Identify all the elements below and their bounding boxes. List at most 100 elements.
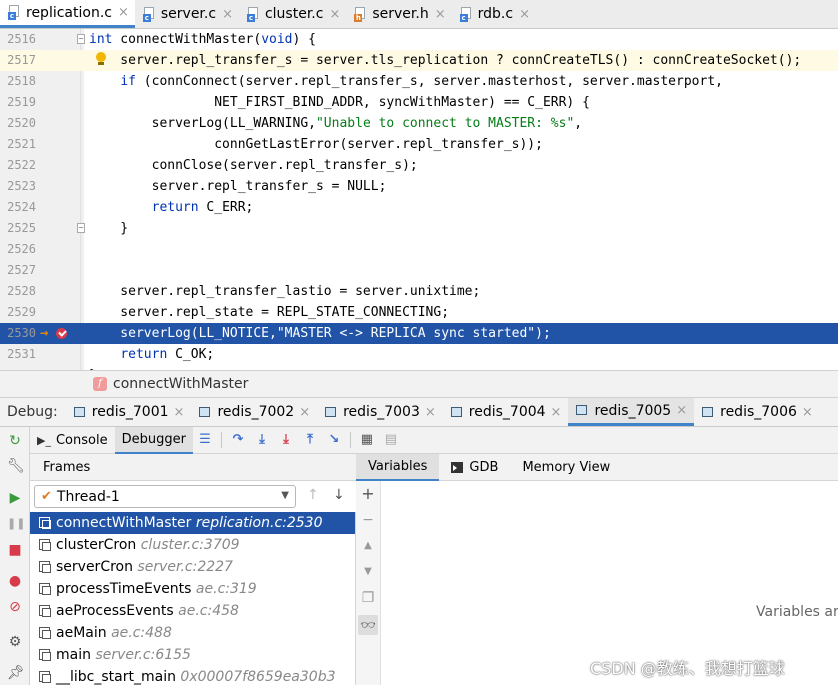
run-config-tab[interactable]: redis_7005 ×: [568, 398, 695, 426]
code-text[interactable]: connGetLastError(server.repl_transfer_s)…: [89, 134, 543, 155]
add-watch-icon[interactable]: +: [360, 486, 376, 502]
code-line[interactable]: 2518 if (connConnect(server.repl_transfe…: [0, 71, 838, 92]
remove-watch-icon[interactable]: −: [360, 512, 376, 528]
mute-breakpoints-icon[interactable]: ⊘: [7, 599, 23, 615]
debugger-tab[interactable]: Debugger: [114, 426, 193, 454]
code-text[interactable]: connClose(server.repl_transfer_s);: [89, 155, 418, 176]
line-number[interactable]: 2527: [0, 260, 36, 281]
code-line[interactable]: 2517 server.repl_transfer_s = server.tls…: [0, 50, 838, 71]
frame-row[interactable]: serverCron server.c:2227: [30, 556, 355, 578]
code-line[interactable]: 2516 int connectWithMaster(void) {−: [0, 29, 838, 50]
line-number[interactable]: 2526: [0, 239, 36, 260]
code-line[interactable]: 2530 serverLog(LL_NOTICE,"MASTER <-> REP…: [0, 323, 838, 344]
breakpoint-icon[interactable]: [56, 328, 67, 339]
settings-wrench-icon[interactable]: 🔧︎: [7, 458, 25, 474]
frame-row[interactable]: connectWithMaster replication.c:2530: [30, 512, 355, 534]
force-step-into-icon[interactable]: ⤓: [279, 433, 293, 447]
close-icon[interactable]: ×: [222, 7, 233, 22]
code-line[interactable]: 2528 server.repl_transfer_lastio = serve…: [0, 281, 838, 302]
variables-tab[interactable]: Variables: [356, 453, 440, 481]
editor-tab[interactable]: c replication.c ×: [0, 0, 135, 28]
close-icon[interactable]: ×: [551, 405, 562, 420]
line-number[interactable]: 2525: [0, 218, 36, 239]
close-icon[interactable]: ×: [299, 405, 310, 420]
code-text[interactable]: }: [89, 218, 128, 239]
code-text[interactable]: return C_ERR;: [89, 197, 254, 218]
breadcrumb-function[interactable]: connectWithMaster: [113, 376, 248, 392]
step-over-icon[interactable]: ↷: [231, 433, 245, 447]
code-text[interactable]: serverLog(LL_NOTICE,"MASTER <-> REPLICA …: [89, 323, 550, 344]
line-number[interactable]: 2528: [0, 281, 36, 302]
code-text[interactable]: server.repl_transfer_s = server.tls_repl…: [89, 50, 801, 71]
frame-row[interactable]: aeMain ae.c:488: [30, 622, 355, 644]
close-icon[interactable]: ×: [435, 7, 446, 22]
thread-select[interactable]: ✔ Thread-1 ▼: [34, 485, 296, 508]
code-line[interactable]: 2526: [0, 239, 838, 260]
frame-row[interactable]: processTimeEvents ae.c:319: [30, 578, 355, 600]
frame-row[interactable]: main server.c:6155: [30, 644, 355, 666]
next-frame-arrow-icon[interactable]: ↓: [333, 487, 345, 503]
evaluate-expression-icon[interactable]: ▦: [360, 433, 374, 447]
frame-row[interactable]: __libc_start_main 0x00007f8659ea30b3: [30, 666, 355, 685]
frame-row[interactable]: aeProcessEvents ae.c:458: [30, 600, 355, 622]
line-number[interactable]: 2517: [0, 50, 36, 71]
code-line[interactable]: 2523 server.repl_transfer_s = NULL;: [0, 176, 838, 197]
code-line[interactable]: 2527: [0, 260, 838, 281]
line-number[interactable]: 2518: [0, 71, 36, 92]
intention-bulb-icon[interactable]: [96, 52, 106, 65]
close-icon[interactable]: ×: [174, 405, 185, 420]
code-text[interactable]: server.repl_state = REPL_STATE_CONNECTIN…: [89, 302, 449, 323]
editor-tab[interactable]: c server.c ×: [135, 0, 239, 28]
code-line[interactable]: 2529 server.repl_state = REPL_STATE_CONN…: [0, 302, 838, 323]
code-line[interactable]: 2531 return C_OK;: [0, 344, 838, 365]
line-number[interactable]: 2523: [0, 176, 36, 197]
pin-icon[interactable]: 📌︎: [7, 665, 25, 681]
line-number[interactable]: 2530: [0, 323, 36, 344]
move-down-icon[interactable]: ▼: [360, 564, 376, 580]
close-icon[interactable]: ×: [676, 403, 687, 418]
code-text[interactable]: NET_FIRST_BIND_ADDR, syncWithMaster) == …: [89, 92, 590, 113]
code-text[interactable]: int connectWithMaster(void) {: [89, 29, 316, 50]
line-number[interactable]: 2520: [0, 113, 36, 134]
fold-toggle-icon[interactable]: −: [77, 223, 85, 233]
gear-icon[interactable]: ⚙: [7, 634, 23, 650]
line-number[interactable]: 2524: [0, 197, 36, 218]
code-text[interactable]: return C_OK;: [89, 344, 214, 365]
step-into-icon[interactable]: ⤓: [255, 433, 269, 447]
close-icon[interactable]: ×: [329, 7, 340, 22]
memory-view-tab[interactable]: Memory View: [510, 454, 622, 481]
copy-icon[interactable]: ❐: [360, 590, 376, 606]
close-icon[interactable]: ×: [425, 405, 436, 420]
close-icon[interactable]: ×: [118, 5, 129, 20]
line-number[interactable]: 2519: [0, 92, 36, 113]
frame-row[interactable]: clusterCron cluster.c:3709: [30, 534, 355, 556]
run-config-tab[interactable]: redis_7002 ×: [191, 398, 317, 426]
move-up-icon[interactable]: ▲: [360, 538, 376, 554]
line-number[interactable]: 2529: [0, 302, 36, 323]
close-icon[interactable]: ×: [802, 405, 813, 420]
code-text[interactable]: if (connConnect(server.repl_transfer_s, …: [89, 71, 723, 92]
close-icon[interactable]: ×: [519, 7, 530, 22]
editor-tab[interactable]: h server.h ×: [346, 0, 451, 28]
code-text[interactable]: serverLog(LL_WARNING,"Unable to connect …: [89, 113, 582, 134]
step-out-icon[interactable]: ⤒: [303, 433, 317, 447]
code-text[interactable]: server.repl_transfer_lastio = server.uni…: [89, 281, 480, 302]
line-number[interactable]: 2521: [0, 134, 36, 155]
code-editor[interactable]: 2516 int connectWithMaster(void) { − 2517 s…: [0, 29, 838, 370]
resume-icon[interactable]: ▶: [7, 490, 23, 506]
layout-icon[interactable]: ▤: [384, 433, 398, 447]
code-line[interactable]: 2521 connGetLastError(server.repl_transf…: [0, 134, 838, 155]
run-config-tab[interactable]: redis_7004 ×: [443, 398, 569, 426]
rerun-icon[interactable]: ↻: [7, 433, 23, 449]
stop-icon[interactable]: ■: [7, 542, 23, 558]
console-tab[interactable]: ▶_ Console: [30, 427, 115, 454]
glasses-icon[interactable]: 👓︎: [358, 615, 378, 635]
code-line[interactable]: 2519 NET_FIRST_BIND_ADDR, syncWithMaster…: [0, 92, 838, 113]
pause-icon[interactable]: ❚❚: [7, 516, 25, 532]
code-line[interactable]: 2520 serverLog(LL_WARNING,"Unable to con…: [0, 113, 838, 134]
view-breakpoints-icon[interactable]: ●: [7, 573, 23, 589]
gdb-tab[interactable]: GDB: [439, 454, 510, 481]
previous-frame-arrow-icon[interactable]: ↑: [307, 487, 319, 503]
line-number[interactable]: 2516: [0, 29, 36, 50]
run-config-tab[interactable]: redis_7006 ×: [694, 398, 820, 426]
